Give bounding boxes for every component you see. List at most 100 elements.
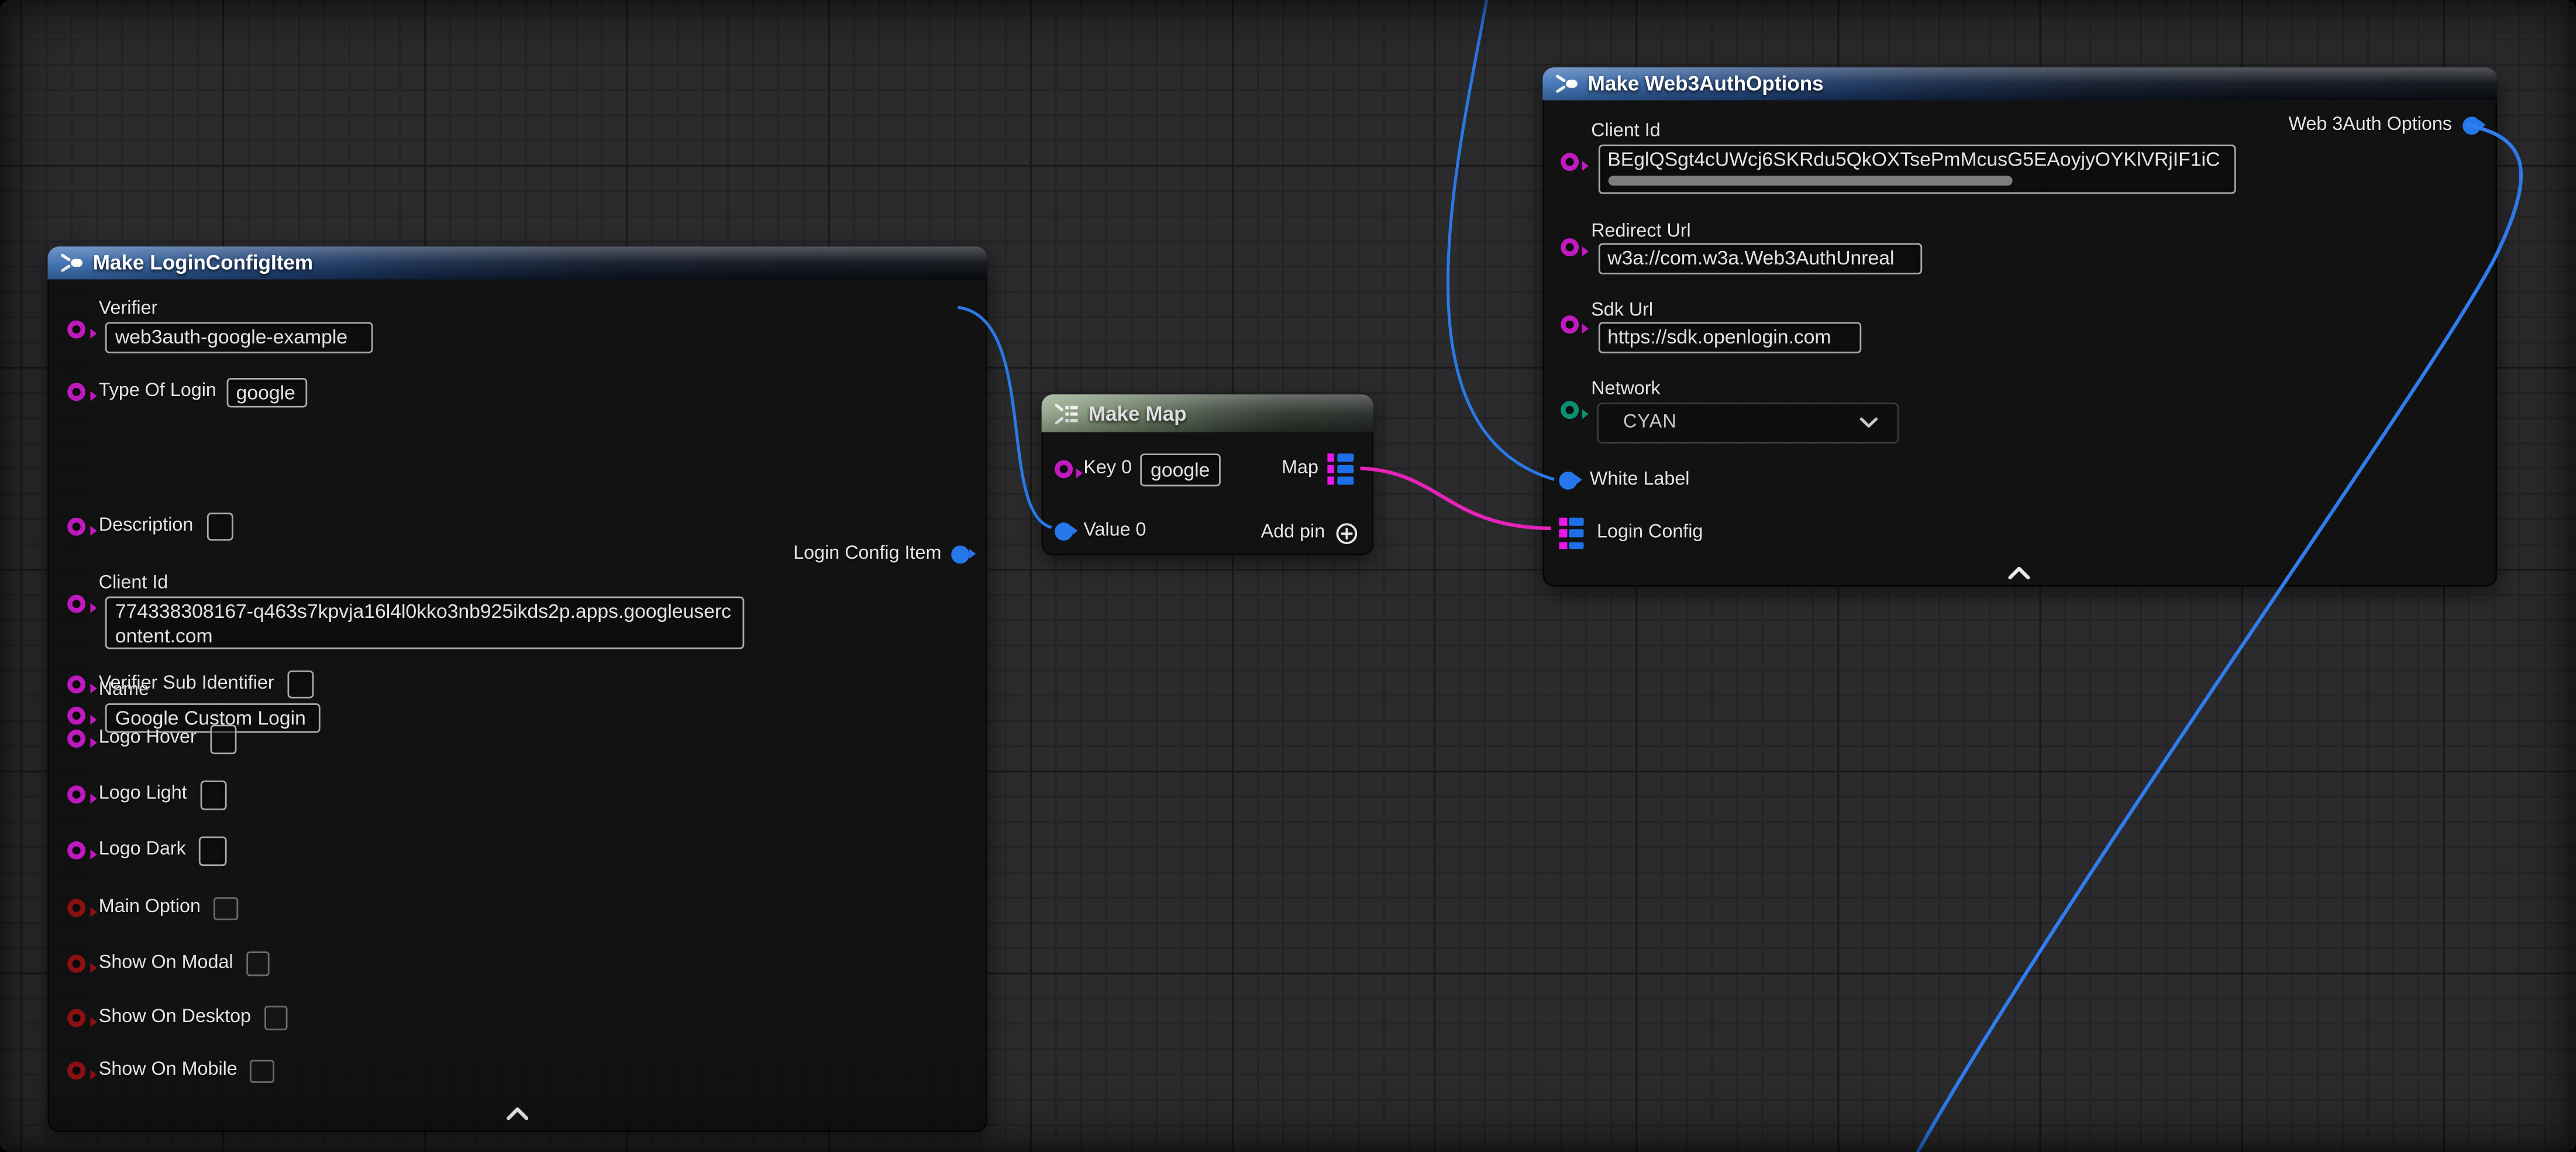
verifier-sub-identifier-input[interactable] <box>287 670 314 699</box>
show-on-desktop-pin[interactable] <box>67 1009 85 1027</box>
login-config-label: Login Config <box>1597 523 1703 545</box>
redirect-url-input[interactable]: w3a://com.w3a.Web3AuthUnreal <box>1597 243 1921 274</box>
client-id-field-scrollbar[interactable] <box>1609 175 2013 185</box>
pin-row-logo-dark: Logo Dark <box>67 837 226 865</box>
pin-row-verifier-sub-identifier: Verifier Sub Identifier <box>67 670 314 699</box>
show-on-desktop-checkbox[interactable] <box>264 1006 288 1030</box>
pin-row-sdk-url: Sdk Url https://sdk.openlogin.com <box>1560 301 1861 353</box>
description-label: Description <box>99 515 194 537</box>
pin-row-main-option: Main Option <box>67 896 237 920</box>
make-struct-icon <box>1554 71 1578 94</box>
node-make-login-config-item[interactable]: Make LoginConfigItem Login Config Item V… <box>47 246 987 1132</box>
client-id-input[interactable]: 774338308167-q463s7kpvja16l4l0kko3nb925i… <box>105 597 745 649</box>
output-row-web3auth-options: Web 3Auth Options <box>2288 115 2479 137</box>
make-struct-icon <box>58 252 83 274</box>
collapse-chevron-icon[interactable] <box>2007 565 2030 579</box>
sdk-url-input[interactable]: https://sdk.openlogin.com <box>1597 322 1860 353</box>
client-id-value: BEglQSgt4cUWcj6SKRdu5QkOXTsePmMcusG5EAoy… <box>1607 148 2220 171</box>
logo-hover-input[interactable] <box>209 725 236 754</box>
description-pin[interactable] <box>67 517 85 535</box>
verifier-label: Verifier <box>99 299 158 321</box>
redirect-url-pin[interactable] <box>1560 238 1578 256</box>
show-on-desktop-label: Show On Desktop <box>99 1007 251 1029</box>
pin-row-value-0: Value 0 <box>1054 520 1146 542</box>
key-0-input[interactable]: google <box>1140 453 1221 486</box>
client-id-pin[interactable] <box>67 594 85 612</box>
wire-offscreen-to-white-label[interactable] <box>1448 0 1554 480</box>
sdk-url-label: Sdk Url <box>1591 301 1653 323</box>
node-header-make-web3auth-options[interactable]: Make Web3AuthOptions <box>1542 67 2496 99</box>
client-id-label: Client Id <box>99 573 168 595</box>
pin-row-type-of-login: Type Of Login google <box>67 377 306 408</box>
show-on-modal-pin[interactable] <box>67 954 85 972</box>
type-of-login-input[interactable]: google <box>226 377 307 408</box>
show-on-mobile-label: Show On Mobile <box>99 1060 237 1082</box>
show-on-mobile-pin[interactable] <box>67 1062 85 1080</box>
map-output-pin-icon[interactable] <box>1327 454 1355 484</box>
name-pin[interactable] <box>67 706 85 724</box>
pin-row-white-label: White Label <box>1559 469 1690 491</box>
pin-row-show-on-desktop: Show On Desktop <box>67 1006 288 1030</box>
white-label-pin[interactable] <box>1559 471 1577 489</box>
client-id-pin[interactable] <box>1560 153 1578 171</box>
pin-row-show-on-modal: Show On Modal <box>67 951 270 975</box>
client-id-input[interactable]: BEglQSgt4cUWcj6SKRdu5QkOXTsePmMcusG5EAoy… <box>1597 145 2235 193</box>
pin-row-client-id: Client Id BEglQSgt4cUWcj6SKRdu5QkOXTsePm… <box>1560 122 2235 193</box>
logo-hover-label: Logo Hover <box>99 728 197 750</box>
verifier-pin[interactable] <box>67 319 85 338</box>
add-pin-label: Add pin <box>1261 523 1325 545</box>
output-row-map: Map <box>1282 452 1355 486</box>
logo-dark-input[interactable] <box>199 837 226 865</box>
login-config-item-output-pin[interactable] <box>951 545 969 563</box>
key-0-pin[interactable] <box>1054 460 1072 478</box>
map-output-label: Map <box>1282 459 1318 480</box>
network-pin[interactable] <box>1560 400 1578 418</box>
logo-light-pin[interactable] <box>67 786 85 804</box>
show-on-mobile-checkbox[interactable] <box>250 1059 274 1083</box>
add-pin-icon <box>1335 522 1357 545</box>
main-option-checkbox[interactable] <box>213 896 237 920</box>
make-map-icon <box>1052 402 1079 425</box>
login-config-pin-icon[interactable] <box>1559 518 1583 550</box>
collapse-chevron-icon[interactable] <box>505 1106 528 1120</box>
verifier-input[interactable]: web3auth-google-example <box>105 322 373 352</box>
type-of-login-pin[interactable] <box>67 383 85 401</box>
description-input[interactable] <box>206 512 233 541</box>
client-id-label: Client Id <box>1591 122 1660 143</box>
show-on-modal-checkbox[interactable] <box>246 951 270 975</box>
blueprint-graph-canvas[interactable]: Make LoginConfigItem Login Config Item V… <box>0 0 2576 1152</box>
pin-row-redirect-url: Redirect Url w3a://com.w3a.Web3AuthUnrea… <box>1560 222 1921 273</box>
pin-row-show-on-mobile: Show On Mobile <box>67 1059 274 1083</box>
logo-light-label: Logo Light <box>99 784 187 806</box>
pin-row-network: Network CYAN <box>1560 379 1899 443</box>
pin-row-client-id: Client Id 774338308167-q463s7kpvja16l4l0… <box>67 573 744 649</box>
output-row-login-config-item: Login Config Item <box>793 544 969 566</box>
node-title: Make LoginConfigItem <box>93 252 313 274</box>
network-dropdown[interactable]: CYAN <box>1597 402 1899 444</box>
add-pin-button[interactable]: Add pin <box>1261 522 1357 545</box>
value-0-pin[interactable] <box>1054 522 1072 540</box>
sdk-url-pin[interactable] <box>1560 316 1578 334</box>
pin-row-description: Description <box>67 512 233 541</box>
node-header-make-login-config-item[interactable]: Make LoginConfigItem <box>47 246 987 279</box>
verifier-sub-identifier-pin[interactable] <box>67 675 85 693</box>
node-make-map[interactable]: Make Map Key 0 google Map Value 0 Add pi… <box>1041 394 1372 555</box>
node-title: Make Map <box>1089 402 1187 425</box>
network-selected-value: CYAN <box>1623 413 1677 433</box>
web3auth-options-output-pin[interactable] <box>2462 116 2480 135</box>
node-make-web3auth-options[interactable]: Make Web3AuthOptions Web 3Auth Options C… <box>1542 67 2496 587</box>
logo-light-input[interactable] <box>200 780 227 809</box>
wire-map-to-login-config[interactable] <box>1361 468 1551 528</box>
logo-dark-pin[interactable] <box>67 842 85 860</box>
white-label-label: White Label <box>1590 469 1690 491</box>
redirect-url-label: Redirect Url <box>1591 222 1691 243</box>
key-0-label: Key 0 <box>1083 459 1132 480</box>
main-option-pin[interactable] <box>67 899 85 917</box>
type-of-login-label: Type Of Login <box>99 381 216 403</box>
logo-dark-label: Logo Dark <box>99 840 186 862</box>
pin-row-logo-hover: Logo Hover <box>67 725 236 754</box>
output-pin-label: Login Config Item <box>793 544 941 566</box>
node-title: Make Web3AuthOptions <box>1588 71 1824 94</box>
node-header-make-map[interactable]: Make Map <box>1041 394 1372 432</box>
logo-hover-pin[interactable] <box>67 730 85 748</box>
